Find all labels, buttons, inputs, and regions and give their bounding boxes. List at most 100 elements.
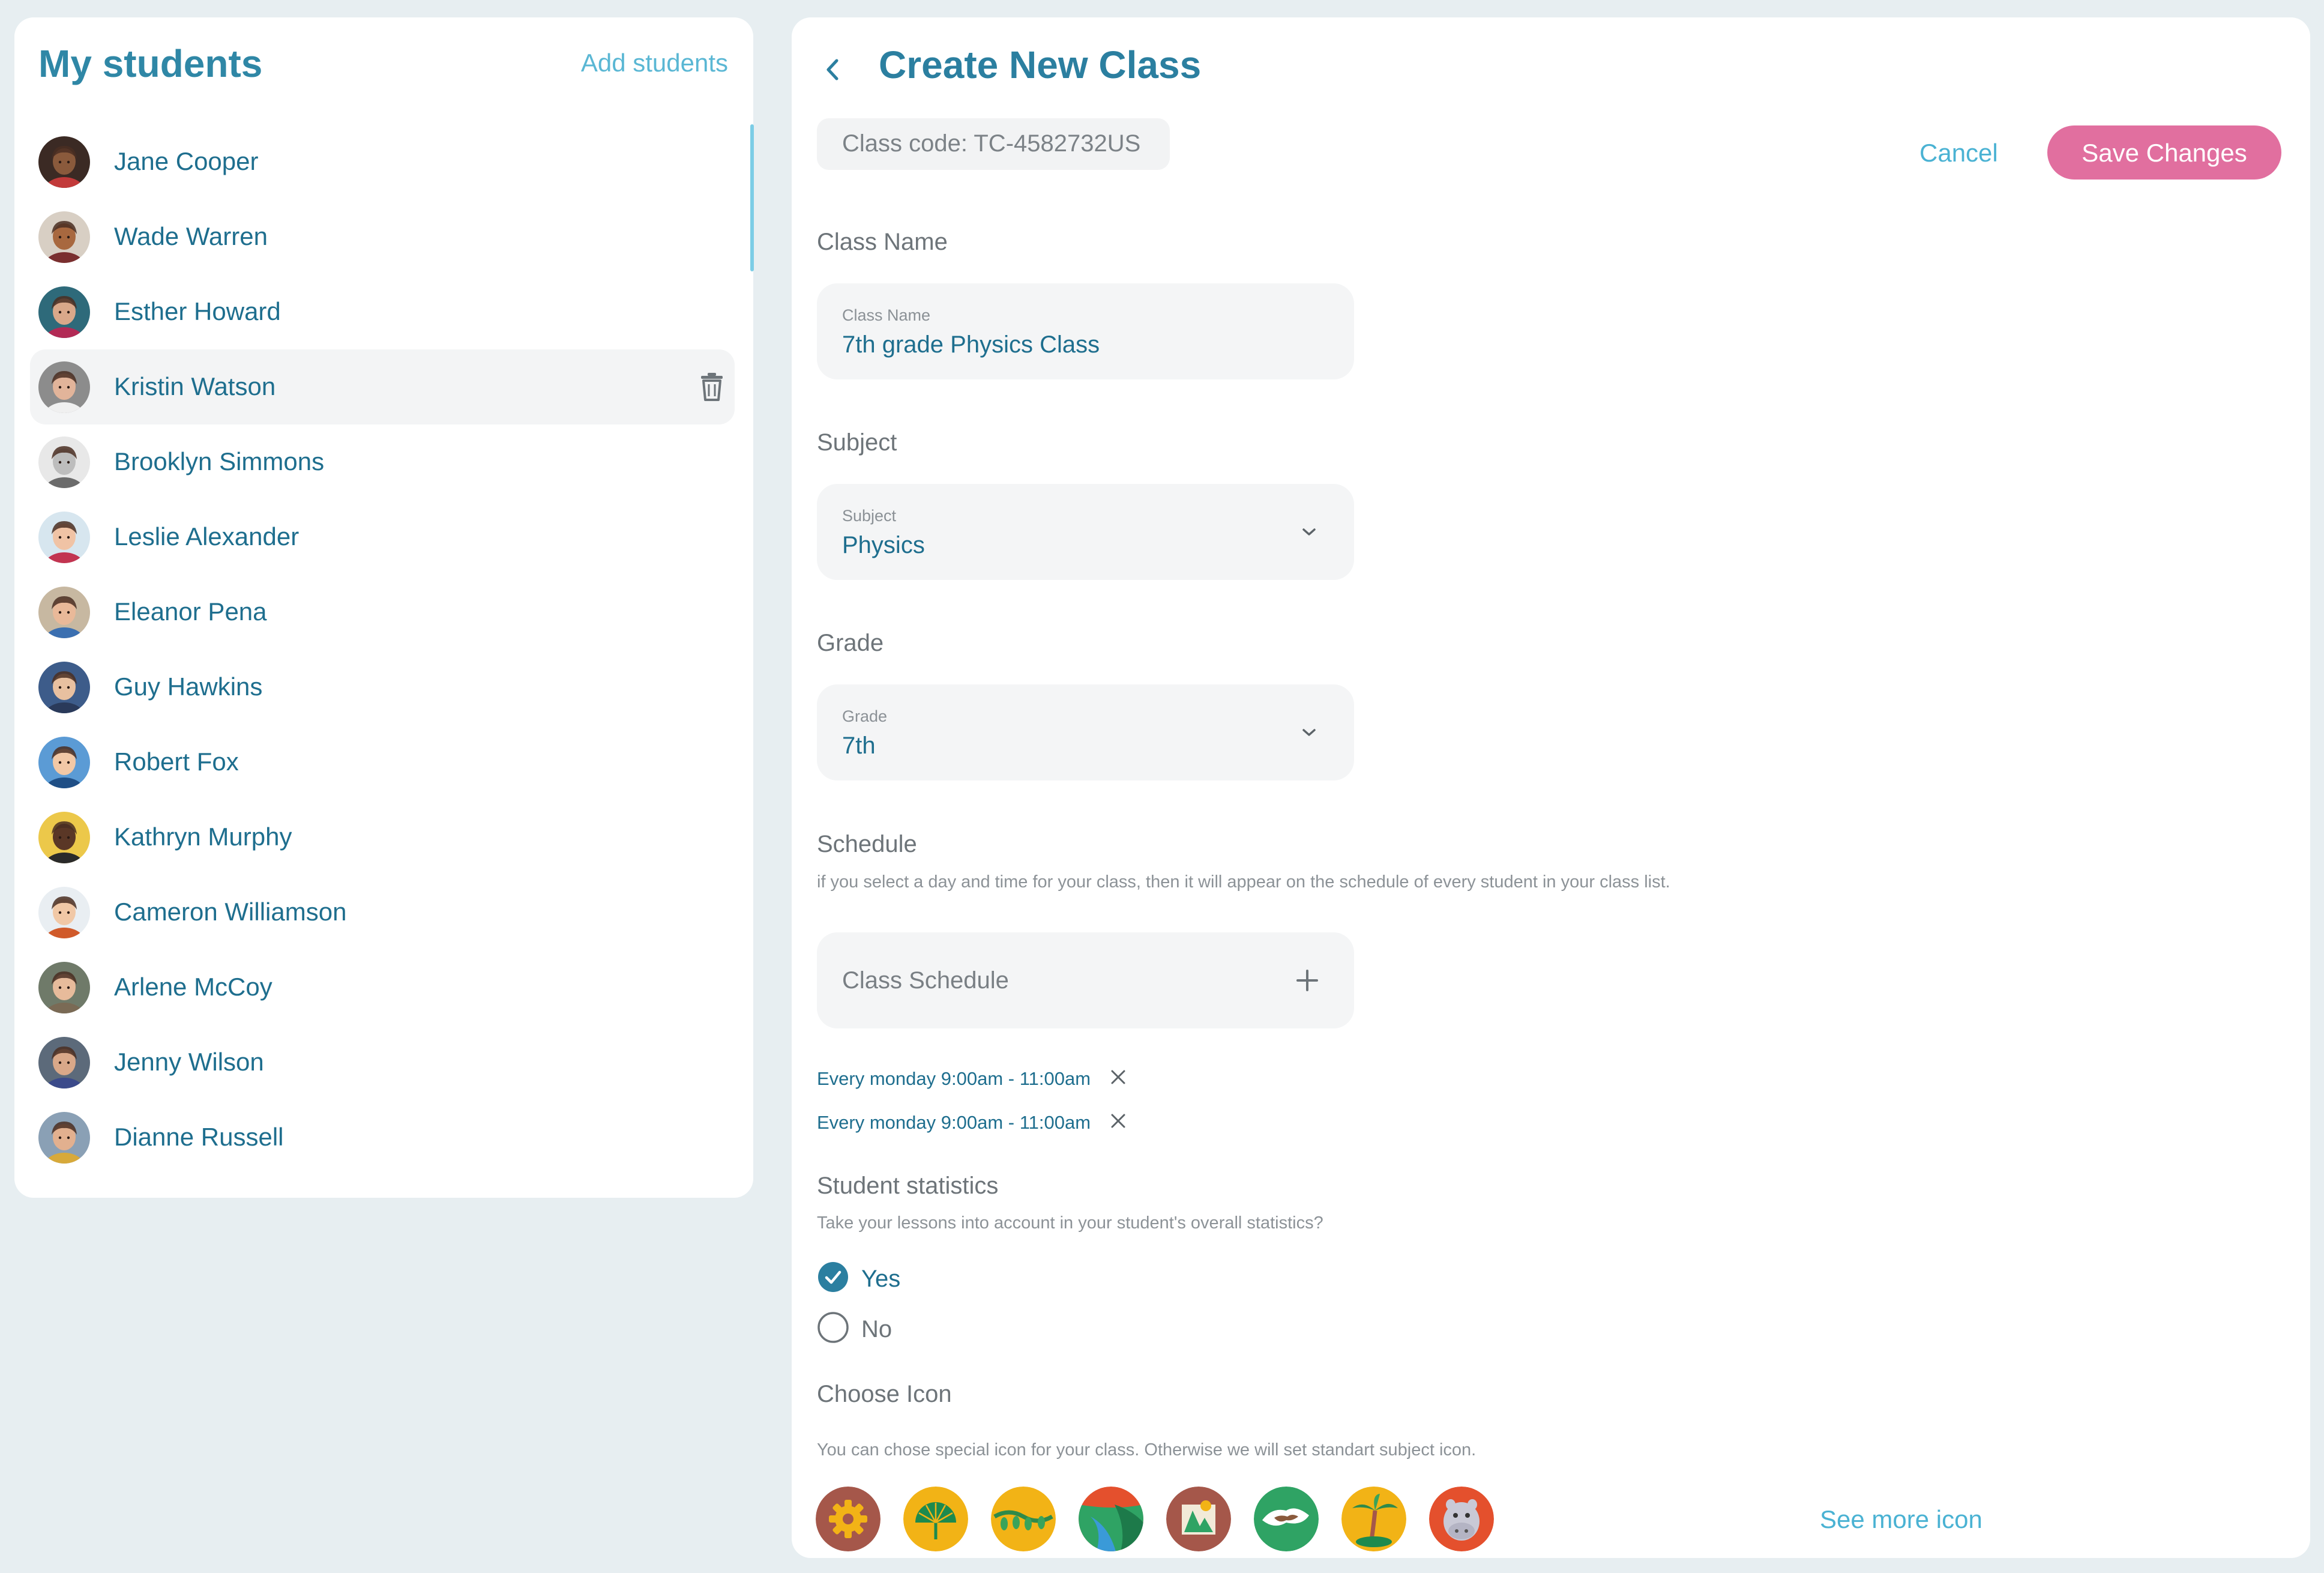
river-icon bbox=[1079, 1487, 1143, 1551]
student-avatar bbox=[38, 812, 90, 863]
avatar-photo bbox=[38, 286, 90, 338]
subject-select-value: Physics bbox=[842, 532, 925, 558]
plus-icon[interactable] bbox=[1295, 968, 1319, 992]
choose-icon-description: You can chose special icon for your clas… bbox=[817, 1440, 1477, 1460]
student-avatar bbox=[38, 286, 90, 338]
student-row[interactable]: Leslie Alexander bbox=[30, 500, 735, 575]
avatar-photo bbox=[38, 587, 90, 638]
student-name: Arlene McCoy bbox=[114, 973, 272, 1001]
students-panel-title: My students bbox=[38, 42, 263, 85]
student-row[interactable]: Cameron Williamson bbox=[30, 875, 735, 950]
student-name: Jenny Wilson bbox=[114, 1048, 264, 1076]
save-changes-button[interactable]: Save Changes bbox=[2047, 125, 2281, 180]
class-icon-option[interactable] bbox=[991, 1487, 1056, 1551]
trash-icon[interactable] bbox=[697, 371, 726, 402]
grade-section-label: Grade bbox=[817, 630, 884, 656]
see-more-icons-link[interactable]: See more icon bbox=[1820, 1505, 1982, 1534]
student-name: Robert Fox bbox=[114, 747, 239, 776]
subject-select[interactable]: Subject Physics bbox=[817, 484, 1354, 580]
student-row[interactable]: Brooklyn Simmons bbox=[30, 424, 735, 500]
class-icon-option[interactable] bbox=[1254, 1487, 1319, 1551]
class-name-field-value[interactable]: 7th grade Physics Class bbox=[842, 331, 1100, 358]
student-avatar bbox=[38, 887, 90, 938]
class-code-text: Class code: TC-4582732US bbox=[842, 130, 1141, 157]
student-avatar bbox=[38, 1112, 90, 1164]
class-icon-option[interactable] bbox=[1079, 1487, 1143, 1551]
students-panel: My students Add students Jane Cooper Wade… bbox=[14, 17, 754, 1198]
avatar-photo bbox=[38, 662, 90, 713]
student-avatar bbox=[38, 962, 90, 1013]
student-avatar bbox=[38, 512, 90, 563]
back-arrow-icon[interactable] bbox=[820, 49, 846, 91]
avatar-photo bbox=[38, 1037, 90, 1088]
class-name-field-label: Class Name bbox=[842, 306, 931, 324]
student-avatar bbox=[38, 1037, 90, 1088]
schedule-entry-text: Every monday 9:00am - 11:00am bbox=[817, 1068, 1091, 1089]
statistics-description: Take your lessons into account in your s… bbox=[817, 1213, 1323, 1233]
student-name: Esther Howard bbox=[114, 297, 281, 325]
grade-select-value: 7th bbox=[842, 732, 876, 759]
class-icon-option[interactable] bbox=[816, 1487, 881, 1551]
student-name: Wade Warren bbox=[114, 222, 268, 250]
gear-icon bbox=[816, 1487, 881, 1551]
chevron-down-icon bbox=[1302, 729, 1316, 736]
schedule-description: if you select a day and time for your cl… bbox=[817, 872, 1670, 892]
grade-select-label: Grade bbox=[842, 707, 888, 725]
avatar-photo bbox=[38, 436, 90, 488]
subject-section-label: Subject bbox=[817, 429, 897, 456]
class-schedule-field[interactable]: Class Schedule bbox=[817, 932, 1354, 1028]
student-row[interactable]: Jane Cooper bbox=[30, 124, 735, 199]
grade-select[interactable]: Grade 7th bbox=[817, 684, 1354, 780]
student-row[interactable]: Robert Fox bbox=[30, 725, 735, 800]
student-name: Kristin Watson bbox=[114, 372, 276, 400]
add-students-link[interactable]: Add students bbox=[581, 49, 728, 77]
student-row[interactable]: Dianne Russell bbox=[30, 1100, 735, 1175]
class-name-field[interactable]: Class Name 7th grade Physics Class bbox=[817, 283, 1354, 379]
student-row[interactable]: Esther Howard bbox=[30, 274, 735, 349]
class-icon-option[interactable] bbox=[1166, 1487, 1231, 1551]
checked-radio-icon[interactable] bbox=[817, 1261, 849, 1293]
class-schedule-placeholder: Class Schedule bbox=[842, 967, 1009, 994]
unchecked-radio-icon[interactable] bbox=[817, 1311, 849, 1344]
student-name: Guy Hawkins bbox=[114, 672, 263, 701]
class-icon-option[interactable] bbox=[903, 1487, 968, 1551]
palm-tree-icon bbox=[1341, 1487, 1406, 1551]
schedule-entry-text: Every monday 9:00am - 11:00am bbox=[817, 1112, 1091, 1133]
schedule-section-label: Schedule bbox=[817, 831, 917, 857]
chevron-down-icon bbox=[1302, 528, 1316, 536]
student-avatar bbox=[38, 136, 90, 188]
student-row[interactable]: Wade Warren bbox=[30, 199, 735, 274]
avatar-photo bbox=[38, 361, 90, 413]
student-name: Leslie Alexander bbox=[114, 522, 300, 551]
student-avatar bbox=[38, 211, 90, 263]
student-avatar bbox=[38, 587, 90, 638]
student-row[interactable]: Kathryn Murphy bbox=[30, 800, 735, 875]
map-icon bbox=[1166, 1487, 1231, 1551]
statistics-yes-label: Yes bbox=[861, 1266, 901, 1292]
cancel-button[interactable]: Cancel bbox=[1919, 139, 1998, 168]
student-avatar bbox=[38, 662, 90, 713]
class-code-badge: Class code: TC-4582732US bbox=[817, 118, 1170, 170]
student-name: Brooklyn Simmons bbox=[114, 447, 325, 476]
palm-leaf-icon bbox=[903, 1487, 968, 1551]
student-row[interactable]: Guy Hawkins bbox=[30, 650, 735, 725]
close-icon[interactable] bbox=[1109, 1068, 1127, 1086]
student-avatar bbox=[38, 361, 90, 413]
close-icon[interactable] bbox=[1109, 1112, 1127, 1130]
student-row[interactable]: Eleanor Pena bbox=[30, 575, 735, 650]
student-row[interactable]: Jenny Wilson bbox=[30, 1025, 735, 1100]
student-name: Cameron Williamson bbox=[114, 898, 347, 926]
class-name-section-label: Class Name bbox=[817, 229, 948, 255]
hippo-icon bbox=[1429, 1487, 1494, 1551]
student-list-scrollbar[interactable] bbox=[750, 124, 754, 271]
student-row[interactable]: Arlene McCoy bbox=[30, 950, 735, 1025]
statistics-section-label: Student statistics bbox=[817, 1173, 999, 1199]
avatar-photo bbox=[38, 812, 90, 863]
student-name: Eleanor Pena bbox=[114, 597, 267, 626]
class-icon-option[interactable] bbox=[1429, 1487, 1494, 1551]
class-icon-option[interactable] bbox=[1341, 1487, 1406, 1551]
avatar-photo bbox=[38, 136, 90, 188]
student-row[interactable]: Kristin Watson bbox=[30, 349, 735, 424]
student-name: Jane Cooper bbox=[114, 147, 259, 175]
globe-icon bbox=[1254, 1487, 1319, 1551]
